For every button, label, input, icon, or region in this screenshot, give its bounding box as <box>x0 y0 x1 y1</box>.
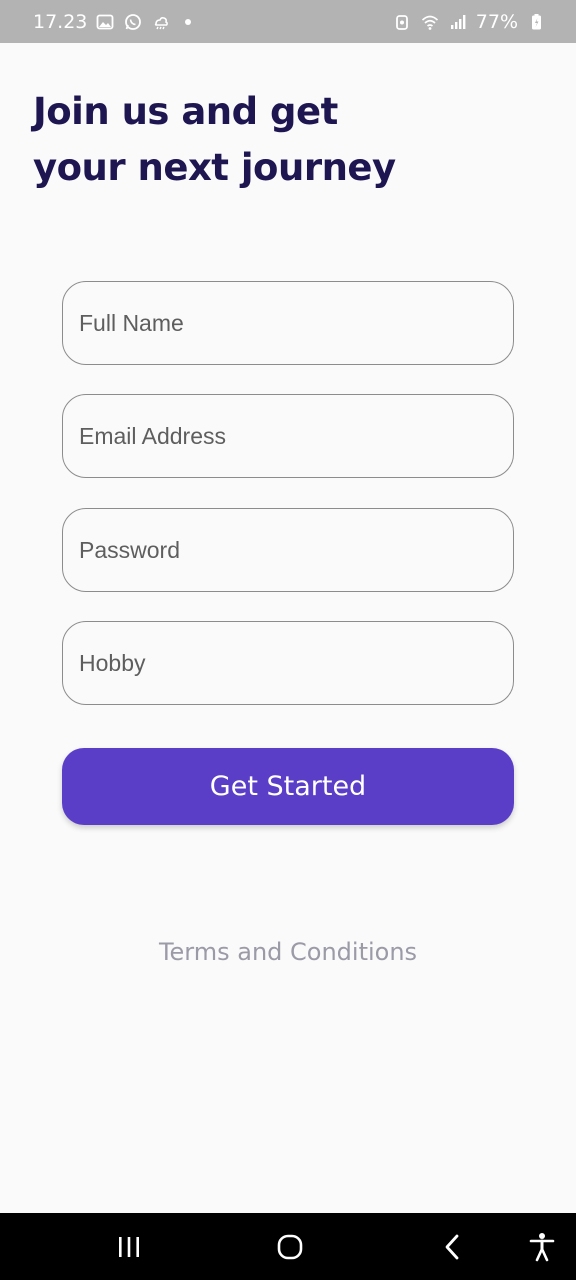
status-time: 17.23 <box>33 10 88 33</box>
email-input[interactable] <box>79 422 497 450</box>
full-name-field[interactable] <box>62 281 514 365</box>
signal-icon <box>448 12 468 32</box>
terms-and-conditions-link[interactable]: Terms and Conditions <box>0 938 576 966</box>
page-title-line-2: your next journey <box>33 146 396 189</box>
accessibility-button[interactable] <box>516 1213 568 1280</box>
recent-apps-button[interactable] <box>100 1213 158 1280</box>
page-title: Join us and get your next journey <box>33 84 453 196</box>
image-icon <box>95 12 115 32</box>
home-button[interactable] <box>262 1213 318 1280</box>
whatsapp-icon <box>123 12 143 32</box>
recent-apps-icon <box>119 1236 139 1257</box>
email-field[interactable] <box>62 394 514 478</box>
battery-icon <box>526 12 546 32</box>
status-right: 77% <box>392 11 546 33</box>
status-bar: 17.23 77% <box>0 0 576 43</box>
hobby-field[interactable] <box>62 621 514 705</box>
home-icon <box>277 1234 303 1259</box>
back-icon <box>445 1234 459 1259</box>
get-started-button[interactable]: Get Started <box>62 748 514 825</box>
alarm-icon <box>392 12 412 32</box>
battery-percentage: 77% <box>475 10 518 33</box>
wifi-icon <box>420 12 440 32</box>
back-button[interactable] <box>426 1213 478 1280</box>
full-name-input[interactable] <box>79 309 497 337</box>
navigation-bar <box>0 1213 576 1280</box>
accessibility-icon <box>529 1232 555 1261</box>
status-left: 17.23 <box>33 10 192 33</box>
dot-icon <box>185 18 192 25</box>
password-input[interactable] <box>79 536 497 564</box>
password-field[interactable] <box>62 508 514 592</box>
page-title-line-1: Join us and get <box>33 90 338 133</box>
hobby-input[interactable] <box>79 649 497 677</box>
weather-icon <box>151 12 171 32</box>
